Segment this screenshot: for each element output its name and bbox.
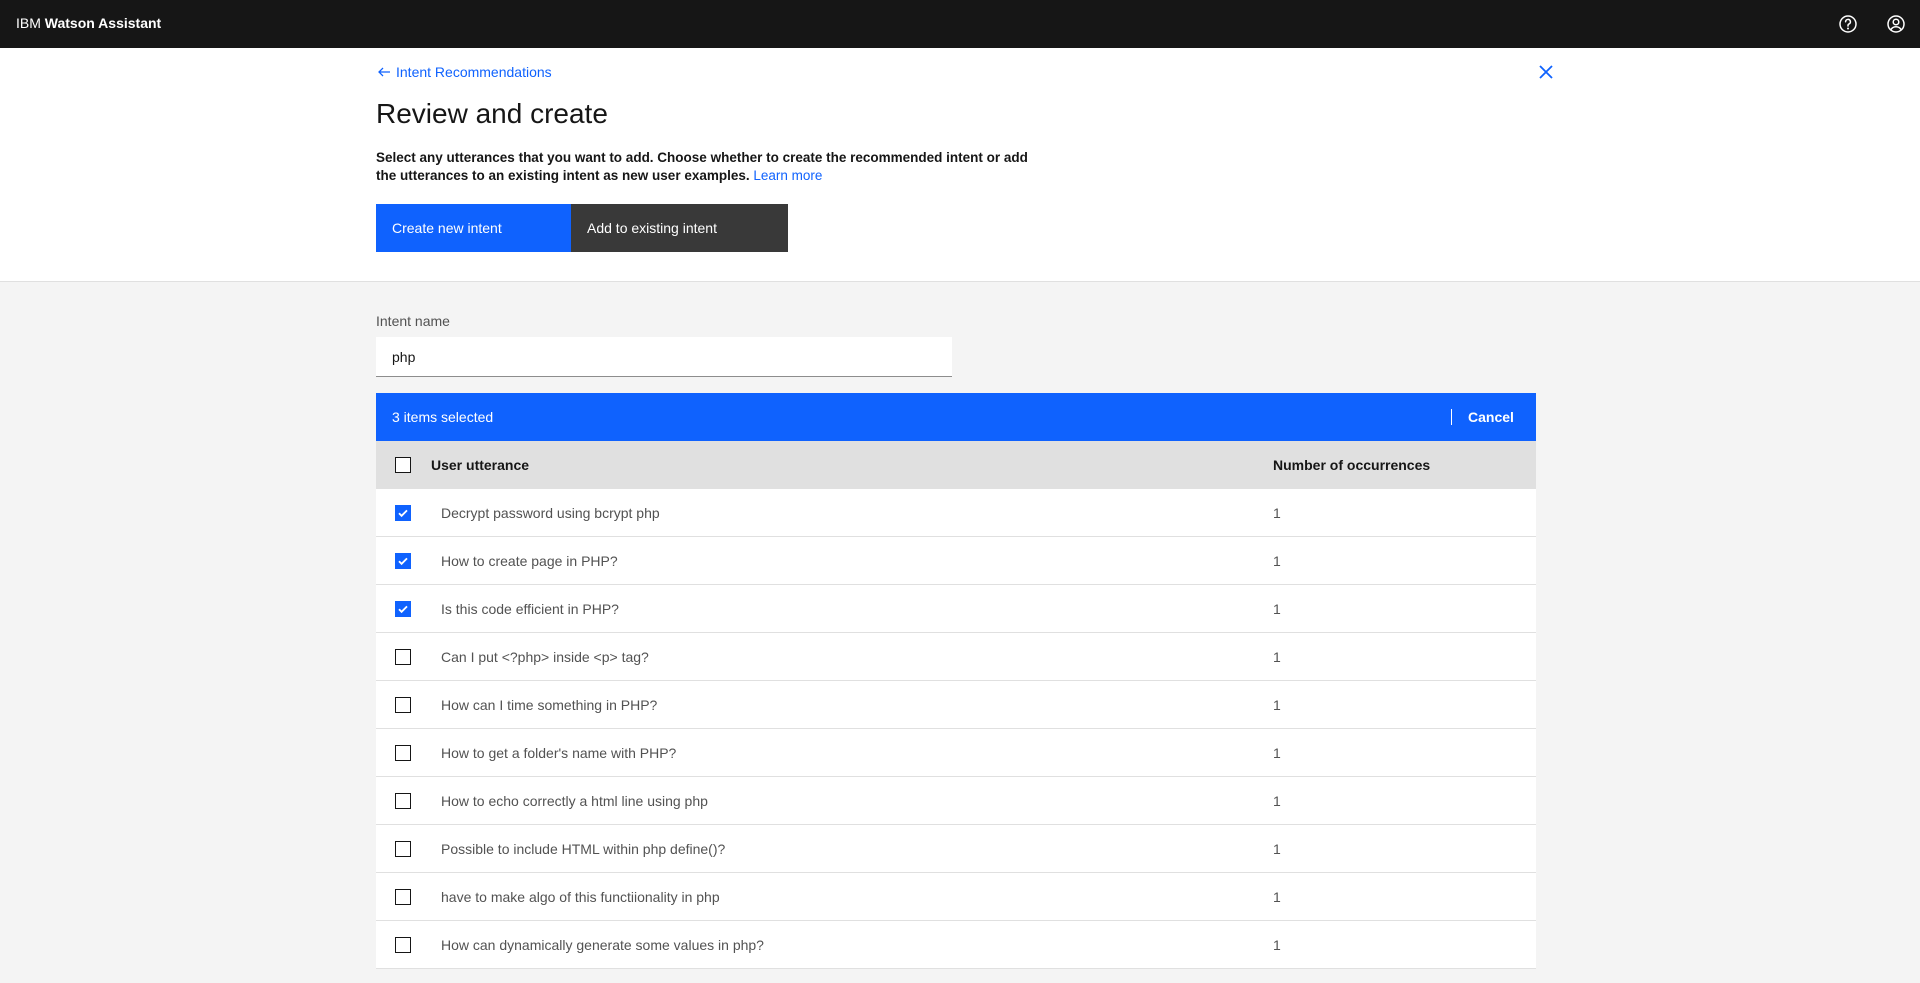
batch-cancel-button[interactable]: Cancel bbox=[1458, 402, 1524, 432]
occurrences-cell: 1 bbox=[1273, 601, 1281, 617]
row-checkbox[interactable] bbox=[395, 505, 411, 521]
occurrences-cell: 1 bbox=[1273, 937, 1281, 953]
description-text: Select any utterances that you want to a… bbox=[376, 150, 1028, 183]
occurrences-cell: 1 bbox=[1273, 505, 1281, 521]
page-description: Select any utterances that you want to a… bbox=[376, 149, 1036, 185]
intent-name-label: Intent name bbox=[376, 313, 450, 329]
checkmark-icon bbox=[398, 509, 408, 518]
arrow-left-icon bbox=[378, 67, 390, 77]
column-header-utterance[interactable]: User utterance bbox=[431, 457, 529, 473]
table-row[interactable]: Is this code efficient in PHP? 1 bbox=[376, 585, 1536, 633]
user-avatar-icon bbox=[1887, 15, 1905, 33]
items-selected-count: 3 items selected bbox=[392, 409, 494, 425]
occurrences-cell: 1 bbox=[1273, 793, 1281, 809]
header-panel: Intent Recommendations Review and create… bbox=[0, 48, 1920, 282]
utterance-cell: How to create page in PHP? bbox=[441, 553, 618, 569]
product-name[interactable]: IBM Watson Assistant bbox=[16, 15, 161, 31]
row-checkbox[interactable] bbox=[395, 649, 411, 665]
back-link-intent-recommendations[interactable]: Intent Recommendations bbox=[376, 64, 552, 80]
column-header-occurrences[interactable]: Number of occurrences bbox=[1273, 457, 1430, 473]
utterance-cell: How can dynamically generate some values… bbox=[441, 937, 764, 953]
table-row[interactable]: have to make algo of this functiionality… bbox=[376, 873, 1536, 921]
occurrences-cell: 1 bbox=[1273, 697, 1281, 713]
close-button[interactable] bbox=[1535, 61, 1557, 83]
row-checkbox[interactable] bbox=[395, 793, 411, 809]
row-checkbox[interactable] bbox=[395, 697, 411, 713]
utterance-cell: have to make algo of this functiionality… bbox=[441, 889, 720, 905]
row-checkbox[interactable] bbox=[395, 601, 411, 617]
table-row[interactable]: Decrypt password using bcrypt php 1 bbox=[376, 489, 1536, 537]
utterance-table: User utterance Number of occurrences Dec… bbox=[376, 441, 1536, 969]
checkmark-icon bbox=[398, 557, 408, 566]
brand-name: Watson Assistant bbox=[44, 15, 162, 31]
utterance-cell: How to echo correctly a html line using … bbox=[441, 793, 708, 809]
close-icon bbox=[1539, 65, 1553, 79]
table-row[interactable]: How to echo correctly a html line using … bbox=[376, 777, 1536, 825]
utterance-cell: Can I put <?php> inside <p> tag? bbox=[441, 649, 649, 665]
back-link-label: Intent Recommendations bbox=[396, 64, 552, 80]
learn-more-link[interactable]: Learn more bbox=[753, 168, 822, 183]
table-row[interactable]: How can dynamically generate some values… bbox=[376, 921, 1536, 969]
brand-prefix: IBM bbox=[16, 15, 41, 31]
row-checkbox[interactable] bbox=[395, 553, 411, 569]
page-title: Review and create bbox=[376, 98, 608, 129]
add-to-existing-intent-button[interactable]: Add to existing intent bbox=[571, 204, 788, 252]
intent-name-input[interactable] bbox=[376, 337, 952, 377]
utterance-cell: How to get a folder's name with PHP? bbox=[441, 745, 677, 761]
help-icon bbox=[1839, 15, 1857, 33]
batch-divider bbox=[1451, 409, 1452, 425]
utterance-cell: How can I time something in PHP? bbox=[441, 697, 658, 713]
table-header: User utterance Number of occurrences bbox=[376, 441, 1536, 489]
utterance-cell: Is this code efficient in PHP? bbox=[441, 601, 619, 617]
occurrences-cell: 1 bbox=[1273, 745, 1281, 761]
batch-action-bar: 3 items selected Cancel bbox=[376, 393, 1536, 441]
occurrences-cell: 1 bbox=[1273, 841, 1281, 857]
top-navigation-bar: IBM Watson Assistant bbox=[0, 0, 1920, 48]
row-checkbox[interactable] bbox=[395, 841, 411, 857]
user-profile-button[interactable] bbox=[1884, 12, 1908, 36]
table-row[interactable]: How can I time something in PHP? 1 bbox=[376, 681, 1536, 729]
table-row[interactable]: Possible to include HTML within php defi… bbox=[376, 825, 1536, 873]
row-checkbox[interactable] bbox=[395, 889, 411, 905]
utterance-cell: Possible to include HTML within php defi… bbox=[441, 841, 726, 857]
row-checkbox[interactable] bbox=[395, 745, 411, 761]
table-row[interactable]: How to get a folder's name with PHP? 1 bbox=[376, 729, 1536, 777]
occurrences-cell: 1 bbox=[1273, 649, 1281, 665]
create-new-intent-button[interactable]: Create new intent bbox=[376, 204, 571, 252]
occurrences-cell: 1 bbox=[1273, 889, 1281, 905]
select-all-checkbox[interactable] bbox=[395, 457, 411, 473]
occurrences-cell: 1 bbox=[1273, 553, 1281, 569]
help-button[interactable] bbox=[1836, 12, 1860, 36]
table-row[interactable]: How to create page in PHP? 1 bbox=[376, 537, 1536, 585]
checkmark-icon bbox=[398, 605, 408, 614]
utterance-cell: Decrypt password using bcrypt php bbox=[441, 505, 660, 521]
table-body: Decrypt password using bcrypt php 1 How to… bbox=[376, 489, 1536, 969]
table-row[interactable]: Can I put <?php> inside <p> tag? 1 bbox=[376, 633, 1536, 681]
row-checkbox[interactable] bbox=[395, 937, 411, 953]
